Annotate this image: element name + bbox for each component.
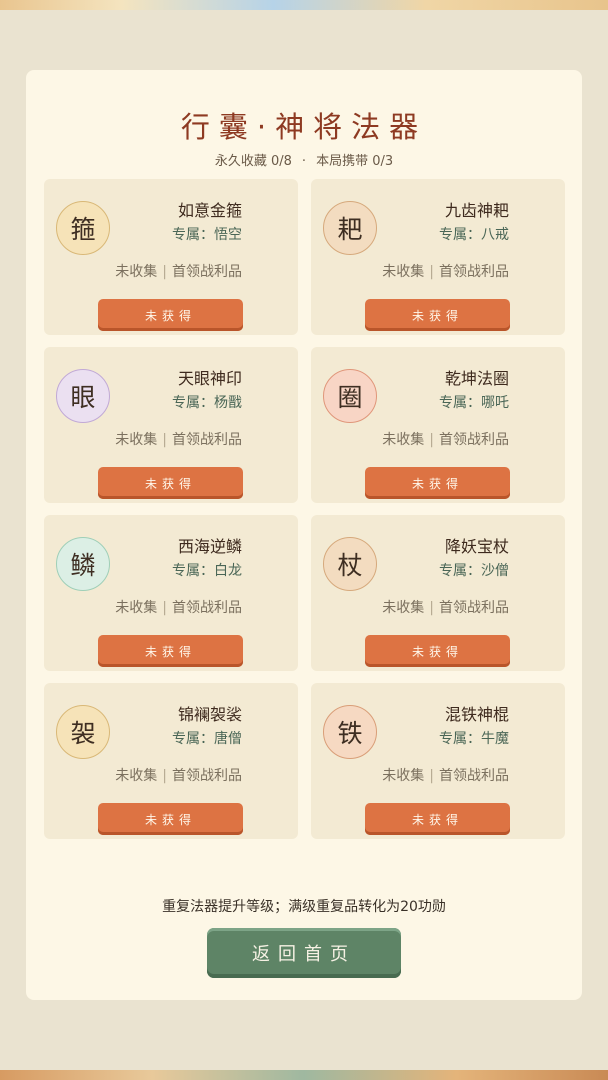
item-source: 首领战利品 xyxy=(172,432,242,448)
item-glyph-icon: 耙 xyxy=(323,201,377,255)
not-obtained-button[interactable]: 未获得 xyxy=(98,467,243,499)
item-source: 首领战利品 xyxy=(172,264,242,280)
item-card-jiasha[interactable]: 袈 锦襕袈裟 专属：唐僧 未收集 | 首领战利品 未获得 xyxy=(44,683,298,839)
not-obtained-button[interactable]: 未获得 xyxy=(365,803,510,835)
summary-separator: · xyxy=(301,154,307,169)
item-source: 首领战利品 xyxy=(439,600,509,616)
item-owner: 专属：悟空 xyxy=(172,227,242,243)
item-owner: 专属：八戒 xyxy=(439,227,509,243)
collect-status: 未收集 xyxy=(115,432,158,448)
item-source: 首领战利品 xyxy=(172,768,242,784)
item-card-jingu[interactable]: 箍 如意金箍 专属：悟空 未收集 | 首领战利品 未获得 xyxy=(44,179,298,335)
item-name: 乾坤法圈 xyxy=(444,369,509,388)
item-name: 降妖宝杖 xyxy=(444,537,509,556)
not-obtained-button[interactable]: 未获得 xyxy=(365,467,510,499)
page-title: 行囊·神将法器 xyxy=(180,110,428,144)
item-glyph-icon: 箍 xyxy=(56,201,110,255)
item-owner: 专属：牛魔 xyxy=(439,731,509,747)
item-status: 未收集 | 首领战利品 xyxy=(115,600,242,616)
item-name: 天眼神印 xyxy=(177,369,242,388)
item-status: 未收集 | 首领战利品 xyxy=(382,264,509,280)
item-status: 未收集 | 首领战利品 xyxy=(115,264,242,280)
upgrade-rule-note: 重复法器提升等级；满级重复品转化为20功勋 xyxy=(162,899,446,915)
permanent-collection-count: 永久收藏 0/8 xyxy=(214,154,292,169)
collect-status: 未收集 xyxy=(382,432,425,448)
carry-count: 本局携带 0/3 xyxy=(316,154,394,169)
item-owner: 专属：沙僧 xyxy=(439,563,509,579)
item-name: 如意金箍 xyxy=(177,201,242,220)
inventory-panel: 行囊·神将法器 永久收藏 0/8 · 本局携带 0/3 箍 如意金箍 专属：悟空 未… xyxy=(26,70,582,1000)
item-status: 未收集 | 首领战利品 xyxy=(382,432,509,448)
item-glyph-icon: 圈 xyxy=(323,369,377,423)
not-obtained-button[interactable]: 未获得 xyxy=(98,299,243,331)
not-obtained-button[interactable]: 未获得 xyxy=(98,635,243,667)
not-obtained-button[interactable]: 未获得 xyxy=(365,299,510,331)
item-glyph-icon: 杖 xyxy=(323,537,377,591)
item-owner: 专属：哪吒 xyxy=(439,395,509,411)
item-card-hunti[interactable]: 铁 混铁神棍 专属：牛魔 未收集 | 首领战利品 未获得 xyxy=(311,683,565,839)
item-name: 西海逆鳞 xyxy=(177,537,242,556)
collect-status: 未收集 xyxy=(115,264,158,280)
item-name: 混铁神棍 xyxy=(444,705,509,724)
collect-status: 未收集 xyxy=(115,768,158,784)
item-owner: 专属：杨戬 xyxy=(172,395,242,411)
item-source: 首领战利品 xyxy=(172,600,242,616)
collect-status: 未收集 xyxy=(382,600,425,616)
item-card-baozhang[interactable]: 杖 降妖宝杖 专属：沙僧 未收集 | 首领战利品 未获得 xyxy=(311,515,565,671)
item-card-nilin[interactable]: 鳞 西海逆鳞 专属：白龙 未收集 | 首领战利品 未获得 xyxy=(44,515,298,671)
item-source: 首领战利品 xyxy=(439,432,509,448)
item-glyph-icon: 铁 xyxy=(323,705,377,759)
item-name: 锦襕袈裟 xyxy=(177,705,242,724)
not-obtained-button[interactable]: 未获得 xyxy=(365,635,510,667)
item-glyph-icon: 眼 xyxy=(56,369,110,423)
item-source: 首领战利品 xyxy=(439,264,509,280)
item-owner: 专属：唐僧 xyxy=(172,731,242,747)
item-status: 未收集 | 首领战利品 xyxy=(382,600,509,616)
item-status: 未收集 | 首领战利品 xyxy=(382,768,509,784)
item-status: 未收集 | 首领战利品 xyxy=(115,432,242,448)
item-glyph-icon: 袈 xyxy=(56,705,110,759)
item-name: 九齿神耙 xyxy=(444,201,509,220)
item-card-shenpa[interactable]: 耙 九齿神耙 专属：八戒 未收集 | 首领战利品 未获得 xyxy=(311,179,565,335)
return-home-button[interactable]: 返回首页 xyxy=(207,928,401,978)
not-obtained-button[interactable]: 未获得 xyxy=(98,803,243,835)
item-card-tianyan[interactable]: 眼 天眼神印 专属：杨戬 未收集 | 首领战利品 未获得 xyxy=(44,347,298,503)
collect-status: 未收集 xyxy=(382,768,425,784)
collection-summary: 永久收藏 0/8 · 本局携带 0/3 xyxy=(26,150,582,169)
collect-status: 未收集 xyxy=(115,600,158,616)
item-source: 首领战利品 xyxy=(439,768,509,784)
top-decoration-strip xyxy=(0,0,608,10)
item-status: 未收集 | 首领战利品 xyxy=(115,768,242,784)
item-glyph-icon: 鳞 xyxy=(56,537,110,591)
bottom-decoration-strip xyxy=(0,1070,608,1080)
item-owner: 专属：白龙 xyxy=(172,563,242,579)
collect-status: 未收集 xyxy=(382,264,425,280)
item-card-qiankun[interactable]: 圈 乾坤法圈 专属：哪吒 未收集 | 首领战利品 未获得 xyxy=(311,347,565,503)
